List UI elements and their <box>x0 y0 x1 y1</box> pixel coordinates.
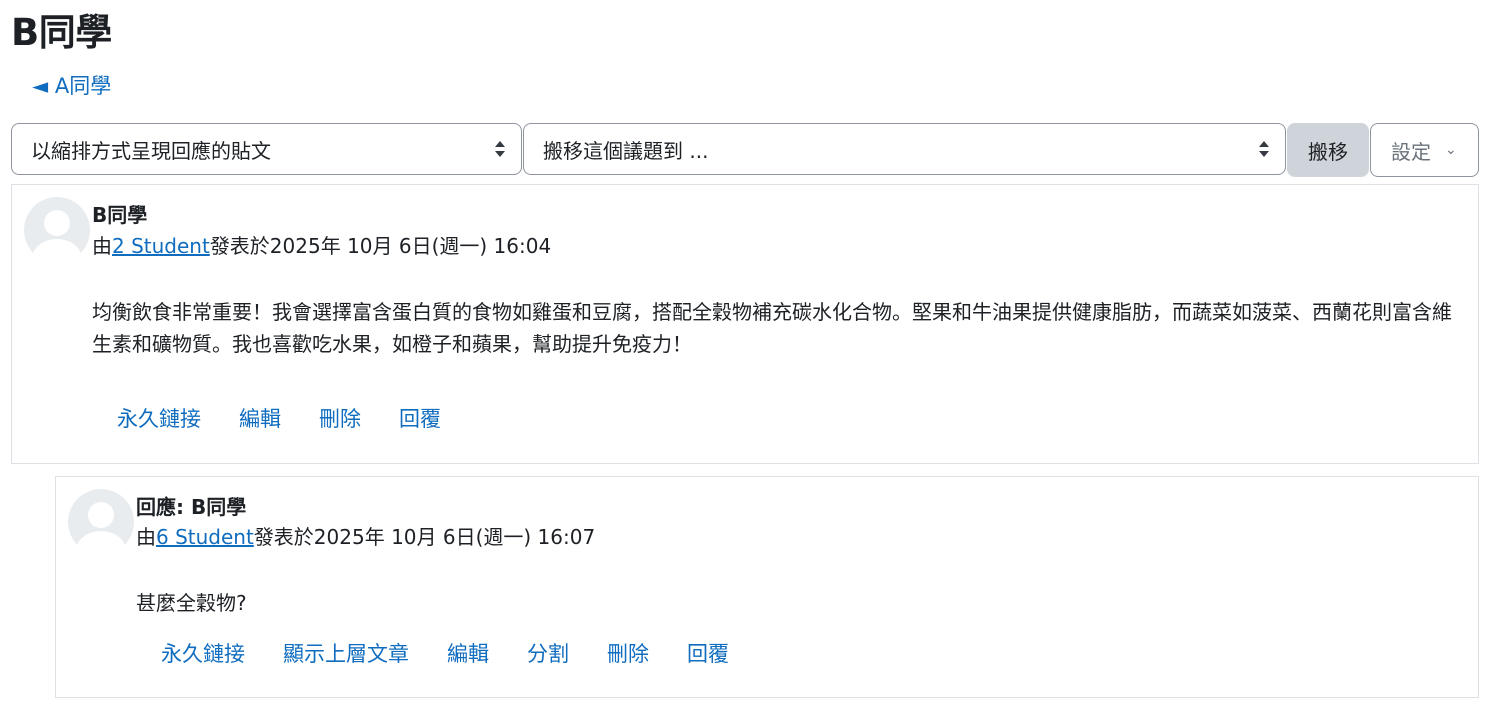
forum-reply-post: 回應: B同學 由6 Student發表於2025年 10月 6日(週一) 16… <box>55 476 1479 698</box>
display-mode-value: 以縮排方式呈現回應的貼文 <box>31 138 271 163</box>
byline-prefix: 由 <box>136 525 156 549</box>
post-subject: B同學 <box>92 203 148 227</box>
post-date: 發表於2025年 10月 6日(週一) 16:07 <box>253 525 596 549</box>
settings-label: 設定 <box>1391 139 1431 164</box>
reply-link[interactable]: 回覆 <box>687 638 729 668</box>
select-arrows-icon <box>1259 139 1269 159</box>
move-discussion-select[interactable]: 搬移這個議題到 ... <box>523 123 1286 175</box>
post-actions: 永久鏈接 顯示上層文章 編輯 分割 刪除 回覆 <box>161 638 767 668</box>
move-button[interactable]: 搬移 <box>1287 123 1369 177</box>
avatar[interactable] <box>24 197 90 263</box>
chevron-down-icon: ⌄ <box>1445 142 1457 158</box>
post-byline: 由6 Student發表於2025年 10月 6日(週一) 16:07 <box>136 521 595 550</box>
delete-link[interactable]: 刪除 <box>607 638 649 668</box>
page-title: B同學 <box>11 11 112 54</box>
post-content: 甚麼全穀物? <box>136 591 247 615</box>
post-content: 均衡飲食非常重要！我會選擇富含蛋白質的食物如雞蛋和豆腐，搭配全穀物補充碳水化合物… <box>92 300 1452 356</box>
permalink-link[interactable]: 永久鏈接 <box>161 638 245 668</box>
author-link[interactable]: 2 Student <box>112 234 210 258</box>
post-actions: 永久鏈接 編輯 刪除 回覆 <box>117 403 479 433</box>
split-link[interactable]: 分割 <box>527 638 569 668</box>
permalink-link[interactable]: 永久鏈接 <box>117 403 201 433</box>
select-arrows-icon <box>495 139 505 159</box>
post-byline: 由2 Student發表於2025年 10月 6日(週一) 16:04 <box>92 230 551 259</box>
discussion-toolbar: 以縮排方式呈現回應的貼文 搬移這個議題到 ... 搬移 設定 ⌄ <box>11 123 1479 177</box>
edit-link[interactable]: 編輯 <box>447 638 489 668</box>
edit-link[interactable]: 編輯 <box>239 403 281 433</box>
delete-link[interactable]: 刪除 <box>319 403 361 433</box>
byline-prefix: 由 <box>92 234 112 258</box>
display-mode-select[interactable]: 以縮排方式呈現回應的貼文 <box>11 123 522 175</box>
post-date: 發表於2025年 10月 6日(週一) 16:04 <box>209 234 552 258</box>
avatar[interactable] <box>68 489 134 555</box>
author-link[interactable]: 6 Student <box>156 525 254 549</box>
forum-post: B同學 由2 Student發表於2025年 10月 6日(週一) 16:04 … <box>11 184 1479 464</box>
show-parent-link[interactable]: 顯示上層文章 <box>283 638 409 668</box>
previous-discussion-link[interactable]: ◄ A同學 <box>32 70 111 100</box>
post-subject: 回應: B同學 <box>136 495 247 519</box>
move-discussion-placeholder: 搬移這個議題到 ... <box>543 138 709 163</box>
reply-link[interactable]: 回覆 <box>399 403 441 433</box>
settings-dropdown[interactable]: 設定 ⌄ <box>1370 123 1479 177</box>
